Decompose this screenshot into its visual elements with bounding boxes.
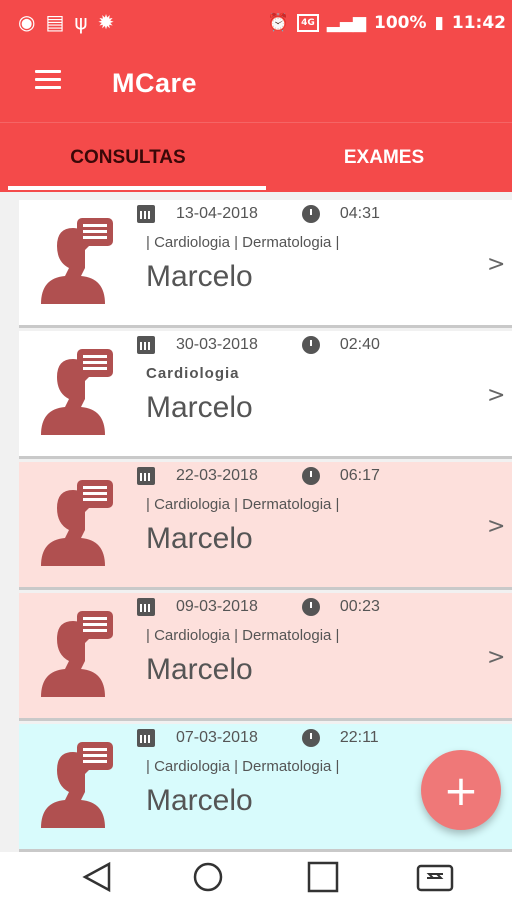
consultation-card[interactable]: 22-03-2018 06:17 | Cardiologia | Dermatolo…	[19, 462, 512, 590]
specialties: | Cardiologia | Dermatologia |	[146, 627, 340, 644]
battery-icon: ▮	[434, 13, 444, 33]
add-consultation-button[interactable]: +	[421, 750, 501, 830]
network-badge: 4G	[297, 14, 319, 32]
android-debug-icon: ✹	[97, 10, 125, 34]
calendar-icon	[137, 205, 155, 223]
home-icon[interactable]	[188, 860, 228, 894]
clock-time: 11:42	[451, 13, 506, 33]
consultation-card[interactable]: 13-04-2018 04:31 | Cardiologia | Dermatolo…	[19, 200, 512, 328]
wifi-icon: ◉	[18, 10, 46, 34]
consultation-time: 06:17	[339, 467, 380, 484]
status-bar: ◉▤ψ✹ ⏰ 4G ▂▄▆ 100% ▮ 11:42	[0, 0, 512, 48]
consultation-time: 02:40	[339, 336, 380, 353]
chevron-right-icon[interactable]: >	[487, 645, 505, 670]
tab-bar: CONSULTAS EXAMES	[0, 122, 512, 193]
consultation-time: 22:11	[339, 729, 379, 746]
doctor-chat-avatar-icon	[41, 611, 113, 697]
consultation-list[interactable]: 13-04-2018 04:31 | Cardiologia | Dermatolo…	[0, 192, 512, 852]
consultation-date: 13-04-2018	[176, 205, 258, 222]
hamburger-menu-icon[interactable]	[35, 70, 61, 90]
signal-icon: ▂▄▆	[326, 13, 366, 33]
clock-icon	[301, 467, 320, 485]
usb-icon: ψ	[74, 10, 98, 34]
consultation-date: 30-03-2018	[176, 336, 258, 353]
date-time-row: 13-04-2018 04:31	[137, 205, 380, 223]
doctor-chat-avatar-icon	[41, 742, 113, 828]
specialties: | Cardiologia | Dermatologia |	[146, 758, 340, 775]
back-icon[interactable]	[77, 860, 117, 894]
tab-exames[interactable]: EXAMES	[256, 123, 512, 193]
status-icons-right: ⏰ 4G ▂▄▆ 100% ▮ 11:42	[268, 13, 506, 33]
specialties: | Cardiologia | Dermatologia |	[146, 234, 340, 251]
patient-name: Marcelo	[146, 653, 253, 686]
consultation-time: 04:31	[339, 205, 380, 222]
patient-name: Marcelo	[146, 522, 253, 555]
consultation-time: 00:23	[339, 598, 380, 615]
alarm-icon: ⏰	[267, 13, 290, 33]
patient-name: Marcelo	[146, 391, 253, 424]
specialties: Cardiologia	[146, 365, 240, 382]
specialties: | Cardiologia | Dermatologia |	[146, 496, 340, 513]
clock-icon	[301, 729, 320, 747]
clock-icon	[301, 336, 320, 354]
calendar-icon	[137, 336, 155, 354]
calendar-icon	[137, 467, 155, 485]
chevron-right-icon[interactable]: >	[487, 514, 505, 539]
patient-name: Marcelo	[146, 260, 253, 293]
patient-name: Marcelo	[146, 784, 253, 817]
tab-indicator	[8, 186, 266, 190]
consultation-date: 07-03-2018	[176, 729, 258, 746]
consultation-date: 09-03-2018	[176, 598, 258, 615]
consultation-card[interactable]: 09-03-2018 00:23 | Cardiologia | Dermatolo…	[19, 593, 512, 721]
consultation-card[interactable]: 30-03-2018 02:40 Cardiologia Marcelo >	[19, 331, 512, 459]
calendar-icon	[137, 598, 155, 616]
date-time-row: 09-03-2018 00:23	[137, 598, 380, 616]
app-title: MCare	[112, 68, 198, 98]
calendar-icon	[137, 729, 155, 747]
doctor-chat-avatar-icon	[41, 480, 113, 566]
chevron-right-icon[interactable]: >	[487, 252, 505, 277]
doctor-chat-avatar-icon	[41, 349, 113, 435]
recents-icon[interactable]	[303, 860, 343, 894]
app-bar: MCare	[0, 48, 512, 122]
navigation-bar	[0, 852, 512, 902]
consultation-date: 22-03-2018	[176, 467, 258, 484]
chevron-right-icon[interactable]: >	[487, 383, 505, 408]
date-time-row: 07-03-2018 22:11	[137, 729, 379, 747]
tab-consultas[interactable]: CONSULTAS	[0, 123, 256, 193]
date-time-row: 22-03-2018 06:17	[137, 467, 380, 485]
message-icon: ▤	[45, 10, 75, 34]
doctor-chat-avatar-icon	[41, 218, 113, 304]
status-icons-left: ◉▤ψ✹	[18, 10, 124, 34]
rotate-icon[interactable]	[415, 860, 455, 894]
clock-icon	[301, 205, 320, 223]
date-time-row: 30-03-2018 02:40	[137, 336, 380, 354]
battery-percent: 100%	[373, 13, 427, 33]
clock-icon	[301, 598, 320, 616]
